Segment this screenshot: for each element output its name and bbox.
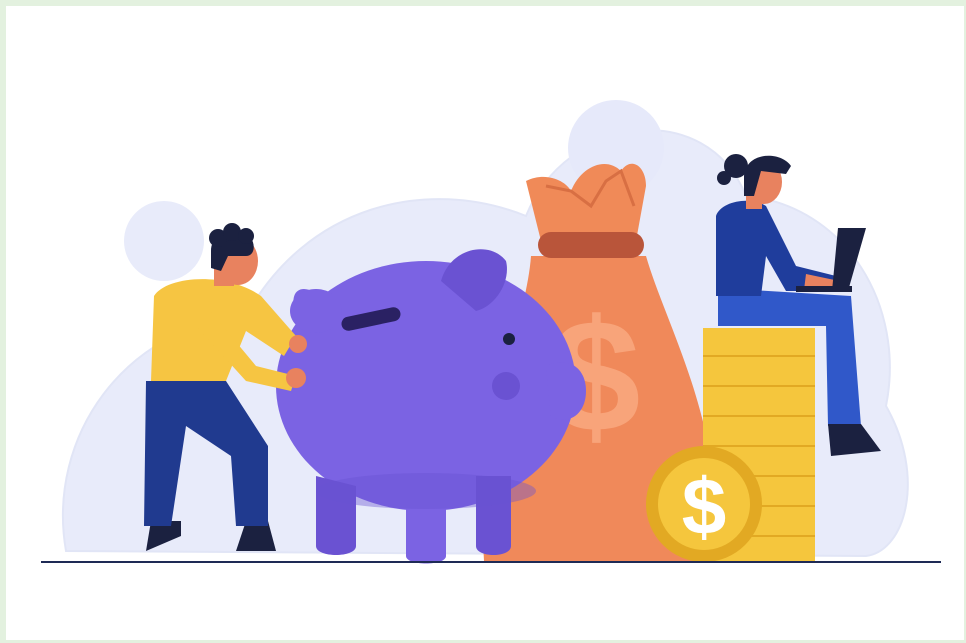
dollar-coin: $ <box>646 446 762 562</box>
coin-dollar-sign: $ <box>682 462 727 551</box>
savings-illustration: $ $ <box>41 100 941 564</box>
illustration-frame: $ $ <box>6 6 964 640</box>
